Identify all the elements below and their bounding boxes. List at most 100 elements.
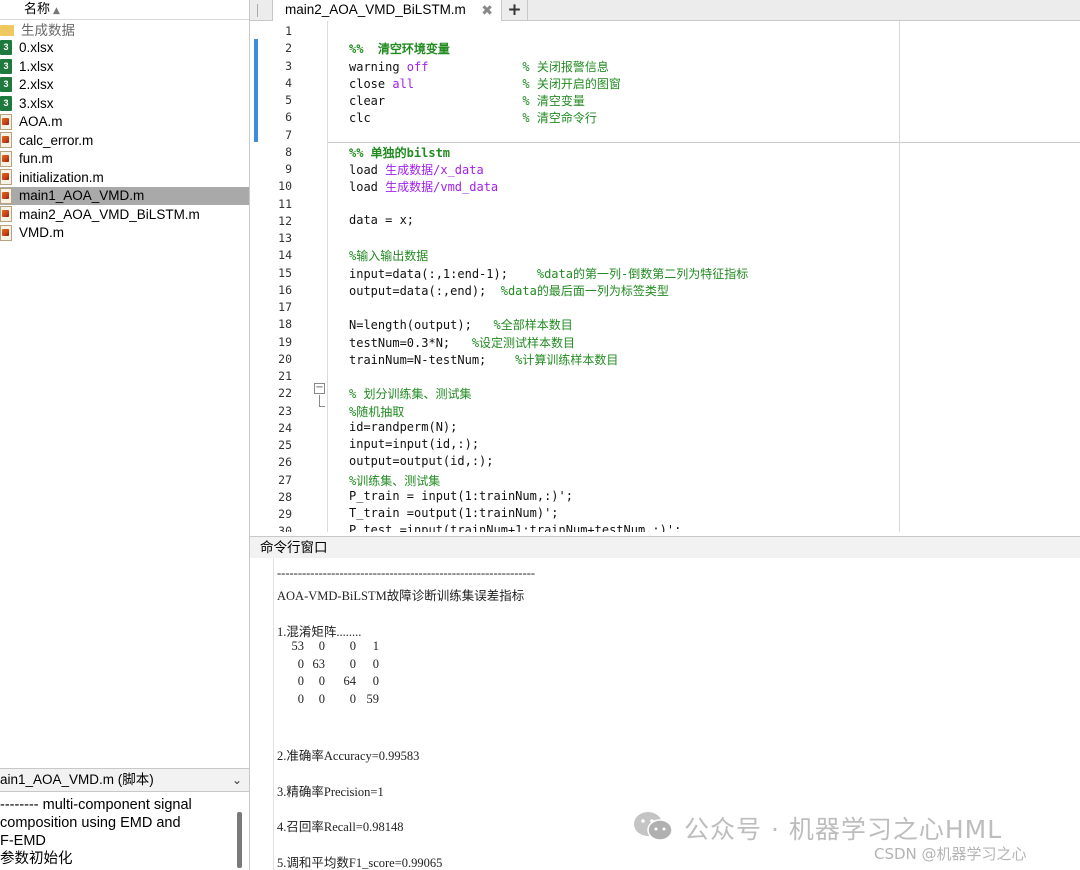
- line-number: 9: [285, 162, 292, 176]
- details-panel-header[interactable]: ain1_AOA_VMD.m (脚本) ⌄: [0, 768, 249, 792]
- tab-main2-aoa-vmd-bilstm[interactable]: main2_AOA_VMD_BiLSTM.m ✖: [272, 0, 502, 21]
- file-item[interactable]: 3 0.xlsx: [0, 39, 249, 58]
- command-window-gutter: [250, 558, 274, 870]
- file-name: 2.xlsx: [19, 77, 54, 93]
- line-number: 17: [278, 300, 292, 314]
- matrix-cell: 53: [291, 639, 305, 653]
- code-comment: %设定测试样本数目: [471, 335, 576, 350]
- output-heading: AOA-VMD-BiLSTM故障诊断训练集误差指标: [277, 589, 525, 603]
- line-number: 20: [278, 351, 292, 366]
- file-item[interactable]: AOA.m: [0, 113, 249, 132]
- file-item[interactable]: 生成数据: [0, 20, 249, 39]
- file-item[interactable]: main2_AOA_VMD_BiLSTM.m: [0, 205, 249, 224]
- code-line[interactable]: input=input(id,:);: [349, 437, 479, 451]
- code-line[interactable]: data = x;: [349, 213, 414, 227]
- file-name: fun.m: [19, 151, 53, 167]
- file-browser-panel: 名称 ▲ 生成数据 3 0.xlsx 3 1.xlsx 3 2.xlsx 3 3.xlsx AOA.…: [0, 0, 250, 870]
- details-panel-body: -------- multi-component signal composit…: [0, 796, 240, 868]
- code-line[interactable]: load 生成数据/x_data: [349, 161, 484, 178]
- name-column-label: 名称: [24, 2, 51, 17]
- matrix-cell: 0: [297, 692, 304, 707]
- file-item[interactable]: 3 1.xlsx: [0, 57, 249, 76]
- chevron-down-icon[interactable]: ⌄: [232, 769, 242, 791]
- code-line[interactable]: trainNum=N-testNum; %计算训练样本数目: [349, 351, 618, 368]
- line-number: 28: [278, 489, 292, 504]
- matrix-cell: 0: [372, 656, 379, 671]
- code-line[interactable]: output=data(:,end); %data的最后面一列为标签类型: [349, 282, 669, 299]
- code-line[interactable]: input=data(:,1:end-1); %data的第一列-倒数第二列为特…: [349, 265, 748, 282]
- wechat-logo-icon: [634, 812, 673, 841]
- code-comment: %计算训练样本数目: [515, 352, 619, 367]
- file-item[interactable]: fun.m: [0, 150, 249, 169]
- tab-label: main2_AOA_VMD_BiLSTM.m: [285, 2, 466, 17]
- watermark-text: 公众号 · 机器学习之心HML: [684, 815, 1003, 844]
- file-name: 1.xlsx: [19, 58, 54, 74]
- file-item[interactable]: 3 3.xlsx: [0, 94, 249, 113]
- code-line[interactable]: %% 清空环境变量: [349, 40, 450, 57]
- code-line[interactable]: output=output(id,:);: [349, 454, 494, 468]
- line-number: 16: [278, 282, 292, 297]
- file-item[interactable]: main1_AOA_VMD.m: [0, 186, 249, 205]
- file-name: VMD.m: [19, 225, 64, 241]
- code-text: id=randperm(N);: [349, 419, 458, 434]
- code-text: data = x;: [349, 212, 415, 227]
- code-line[interactable]: id=randperm(N);: [349, 420, 457, 434]
- line-number: 8: [285, 144, 292, 159]
- code-line[interactable]: clear % 清空变量: [349, 92, 585, 109]
- file-item[interactable]: 3 2.xlsx: [0, 76, 249, 95]
- code-line[interactable]: P_train = input(1:trainNum,:)';: [349, 489, 573, 503]
- code-text: output=data(:,end);: [349, 283, 501, 298]
- file-item[interactable]: calc_error.m: [0, 131, 249, 150]
- file-name: 3.xlsx: [19, 95, 54, 111]
- file-item[interactable]: initialization.m: [0, 168, 249, 187]
- code-comment: %% 单独的bilstm: [349, 145, 451, 160]
- folder-icon: [0, 24, 14, 36]
- code-line[interactable]: %训练集、测试集: [349, 472, 440, 489]
- fold-toggle-icon[interactable]: −: [314, 383, 325, 394]
- code-comment: %训练集、测试集: [349, 473, 441, 488]
- details-line: 参数初始化: [0, 851, 73, 867]
- file-name: 生成数据: [21, 23, 75, 39]
- details-line: composition using EMD and: [0, 815, 181, 831]
- code-text: testNum=0.3*N;: [349, 335, 472, 350]
- code-text: input=data(:,1:end-1);: [349, 266, 537, 281]
- code-comment: % 清空命令行: [522, 111, 597, 126]
- precision-output: 3.精确率Precision=1: [277, 785, 384, 799]
- recall-output: 4.召回率Recall=0.98148: [277, 820, 404, 834]
- code-line[interactable]: warning off % 关闭报警信息: [349, 58, 609, 75]
- file-name: main1_AOA_VMD.m: [19, 188, 145, 204]
- code-line[interactable]: testNum=0.3*N; %设定测试样本数目: [349, 334, 575, 351]
- csdn-watermark: CSDN @机器学习之心: [874, 845, 1027, 863]
- matrix-cell: 0: [318, 692, 325, 707]
- code-editor[interactable]: 1 2%% 清空环境变量 3 warning off % 关闭报警信息 4 close a…: [250, 21, 1080, 532]
- code-line[interactable]: clc % 清空命令行: [349, 109, 597, 126]
- file-list: 生成数据 3 0.xlsx 3 1.xlsx 3 2.xlsx 3 3.xlsx AOA.m cal…: [0, 20, 249, 242]
- details-scrollbar[interactable]: [237, 812, 242, 868]
- code-comment: % 关闭报警信息: [522, 59, 609, 74]
- line-number: 18: [278, 317, 292, 332]
- matrix-cell: 0: [318, 639, 325, 653]
- code-line[interactable]: load 生成数据/vmd_data: [349, 178, 498, 195]
- code-comment: % 划分训练集、测试集: [349, 387, 472, 402]
- right-text-margin: [899, 21, 900, 532]
- tab-bar-grip: [257, 4, 258, 17]
- add-tab-button[interactable]: +: [502, 0, 528, 21]
- matrix-cell: 0: [349, 639, 356, 653]
- file-item[interactable]: VMD.m: [0, 224, 249, 243]
- code-line[interactable]: %% 单独的bilstm: [349, 144, 450, 161]
- code-line[interactable]: %输入输出数据: [349, 247, 428, 264]
- file-name: AOA.m: [19, 114, 63, 130]
- line-number: 23: [278, 403, 292, 418]
- line-number: 6: [285, 110, 292, 125]
- close-icon[interactable]: ✖: [481, 0, 493, 20]
- code-line[interactable]: % 划分训练集、测试集: [349, 385, 471, 402]
- code-line[interactable]: close all % 关闭开启的图窗: [349, 75, 621, 92]
- code-line[interactable]: %随机抽取: [349, 403, 404, 420]
- line-number: 3: [285, 58, 292, 73]
- name-column-header[interactable]: 名称 ▲: [0, 0, 249, 20]
- code-line[interactable]: T_train =output(1:trainNum)';: [349, 506, 559, 520]
- code-line[interactable]: N=length(output); %全部样本数目: [349, 316, 573, 333]
- output-separator: ----------------------------------------…: [277, 566, 536, 580]
- code-line[interactable]: P_test =input(trainNum+1:trainNum+testNu…: [349, 523, 681, 532]
- line-number: 25: [278, 438, 292, 452]
